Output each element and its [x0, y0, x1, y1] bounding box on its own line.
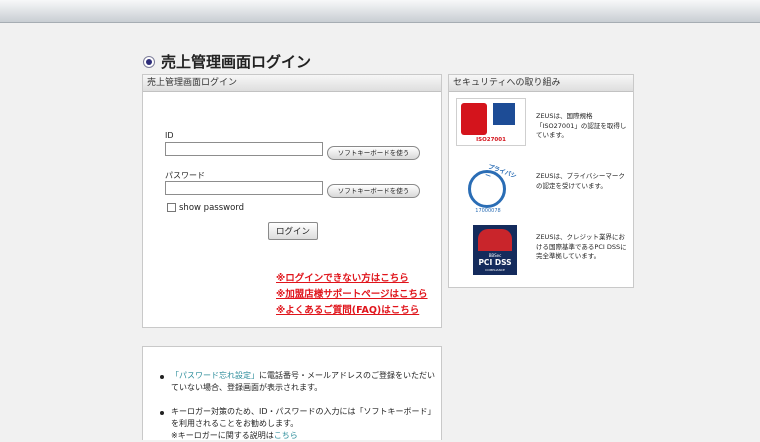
iso27001-badge: ISO27001	[456, 98, 526, 146]
password-reset-setting-link[interactable]: 「パスワード忘れ設定」	[171, 371, 259, 380]
info-item2-text: キーロガー対策のため、ID・パスワードの入力には「ソフトキーボード」を利用される…	[171, 407, 436, 428]
keylogger-info-link[interactable]: こちら	[274, 431, 298, 440]
info-item2-note: ※キーロガーに関する説明は	[171, 431, 274, 440]
id-input[interactable]	[165, 142, 323, 156]
password-input[interactable]	[165, 181, 323, 195]
pci-text: ZEUSは、クレジット業界における国際基準であるPCI DSSに完全準拠していま…	[536, 233, 627, 260]
page-title: 売上管理画面ログイン	[161, 53, 312, 71]
show-password-label: show password	[179, 203, 245, 213]
iso-text: ZEUSは、国際規格「ISO27001」の認証を取得しています。	[536, 112, 627, 139]
password-label: パスワード	[165, 171, 205, 180]
privacy-text: ZEUSは、プライバシーマークの認定を受けています。	[536, 172, 625, 190]
privacy-mark-badge: プライバシー 17000078	[464, 163, 517, 218]
login-button[interactable]: ログイン	[268, 222, 318, 240]
page-title-row: 売上管理画面ログイン	[143, 51, 311, 72]
show-password-checkbox[interactable]	[167, 203, 176, 212]
login-panel-header: 売上管理画面ログイン	[143, 75, 441, 92]
merchant-support-link[interactable]: ※加盟店様サポートページはこちら	[276, 286, 428, 300]
radio-bullet-icon	[143, 55, 155, 68]
pci-dss-badge: BBSec PCI DSS COMPLIANCE	[473, 225, 517, 275]
id-soft-keyboard-button[interactable]: ソフトキーボードを使う	[327, 146, 420, 160]
browser-top-bar	[0, 0, 760, 23]
iso-badge-label: ISO27001	[476, 137, 506, 143]
id-label: ID	[165, 131, 174, 140]
cannot-login-link[interactable]: ※ログインできない方はこちら	[276, 270, 409, 284]
bullet-dot-icon	[160, 411, 164, 415]
pci-shield-icon	[478, 229, 512, 251]
iso-blue-seal-icon	[493, 103, 515, 125]
security-panel-header: セキュリティへの取り組み	[449, 75, 633, 92]
iso-red-seal-icon	[461, 103, 487, 135]
faq-link[interactable]: ※よくあるご質問(FAQ)はこちら	[276, 302, 419, 316]
info-item-password-reset: 「パスワード忘れ設定」に電話番号・メールアドレスのご登録をいただいていない場合、…	[160, 370, 436, 394]
pci-badge-sub: COMPLIANCE	[485, 268, 505, 272]
bullet-dot-icon	[160, 375, 164, 379]
pci-badge-main: PCI DSS	[478, 258, 512, 267]
privacy-mark-number: 17000078	[475, 208, 501, 214]
info-item-soft-keyboard: キーロガー対策のため、ID・パスワードの入力には「ソフトキーボード」を利用される…	[160, 406, 436, 442]
password-soft-keyboard-button[interactable]: ソフトキーボードを使う	[327, 184, 420, 198]
